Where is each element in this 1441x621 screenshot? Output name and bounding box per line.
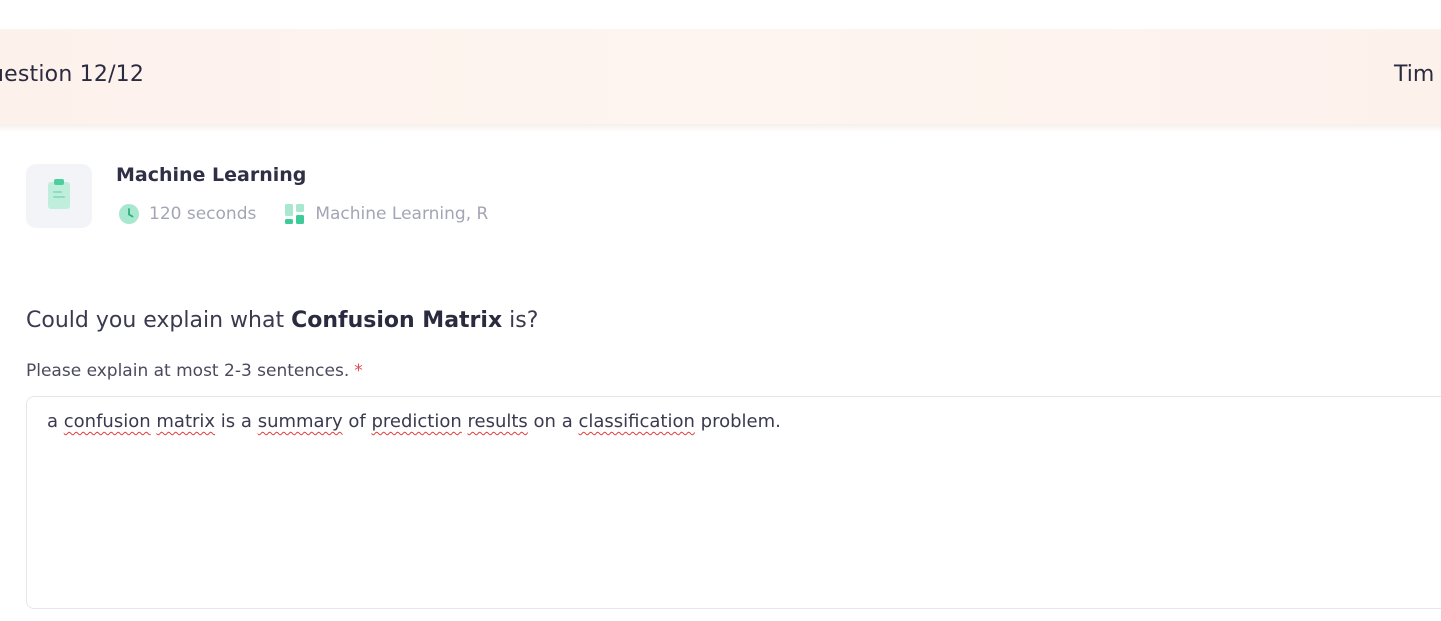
question-duration: 120 seconds xyxy=(149,204,257,224)
quiz-page: uestion 12/12 Tim Machine Learning 120 s… xyxy=(0,0,1441,621)
answer-word: problem. xyxy=(700,411,781,432)
answer-word: a xyxy=(561,411,573,432)
question-emphasis: Confusion Matrix xyxy=(291,308,503,333)
question-category-icon-box xyxy=(26,164,92,228)
clock-icon xyxy=(118,203,140,225)
answer-word: a xyxy=(240,411,252,432)
answer-word: summary xyxy=(257,411,343,432)
answer-word: on xyxy=(533,411,556,432)
answer-word: results xyxy=(467,411,528,432)
answer-text: a confusion matrix is a summary of predi… xyxy=(47,411,781,432)
blocks-icon xyxy=(284,203,306,225)
answer-word: is xyxy=(220,411,236,432)
question-prefix: Could you explain what xyxy=(26,308,292,333)
answer-word: classification xyxy=(578,411,695,432)
answer-word: matrix xyxy=(156,411,216,432)
question-suffix: is? xyxy=(502,308,539,333)
question-tags: Machine Learning, R xyxy=(315,204,489,224)
top-strip xyxy=(0,0,1441,29)
answer-word: confusion xyxy=(63,411,151,432)
question-counter: uestion 12/12 xyxy=(0,62,145,87)
answer-word: a xyxy=(47,411,59,432)
clipboard-icon xyxy=(46,177,72,215)
question-prompt: Could you explain what Confusion Matrix … xyxy=(26,308,538,333)
timer-label: Tim xyxy=(1394,62,1435,87)
question-meta-row: 120 seconds Machine Learning, R xyxy=(118,202,488,226)
header-shadow xyxy=(0,124,1441,132)
question-header xyxy=(0,29,1441,124)
answer-label: Please explain at most 2-3 sentences. * xyxy=(26,361,363,381)
required-marker: * xyxy=(354,361,363,381)
answer-word: of xyxy=(348,411,366,432)
question-category-title: Machine Learning xyxy=(116,164,307,186)
answer-label-text: Please explain at most 2-3 sentences. xyxy=(26,361,350,381)
answer-word: prediction xyxy=(371,411,462,432)
answer-textarea[interactable]: a confusion matrix is a summary of predi… xyxy=(26,396,1441,609)
